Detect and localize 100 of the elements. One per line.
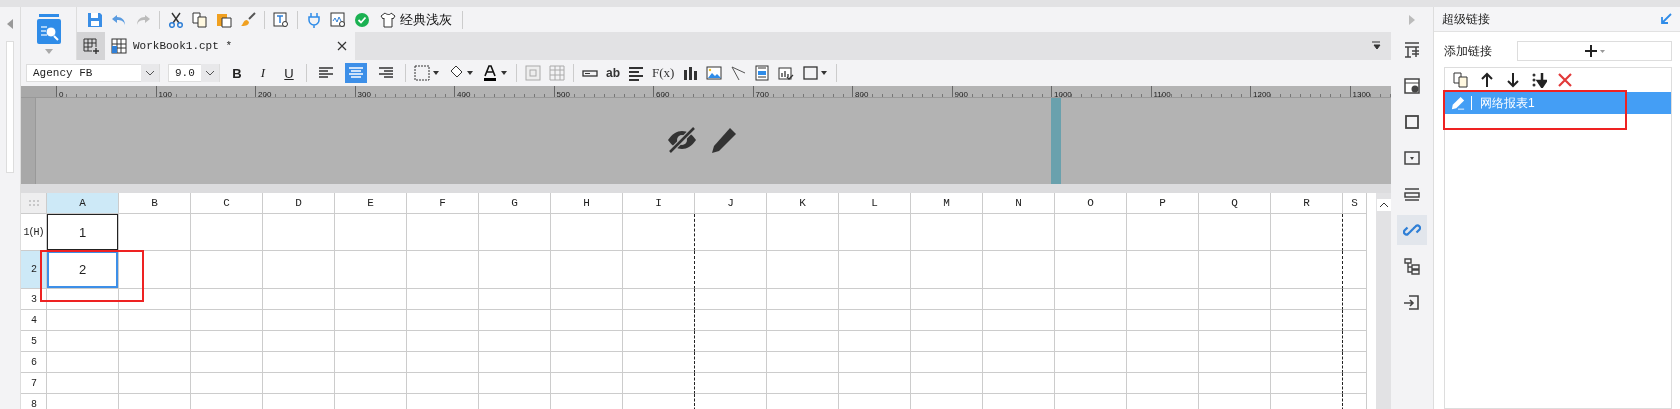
grid-icon[interactable] xyxy=(549,65,565,81)
table-cell[interactable] xyxy=(623,289,695,310)
font-style-button[interactable]: B xyxy=(228,63,246,83)
splitter-bar[interactable] xyxy=(21,184,1391,193)
column-header[interactable]: M xyxy=(911,193,983,214)
column-header[interactable]: Q xyxy=(1199,193,1271,214)
column-header[interactable]: J xyxy=(695,193,767,214)
chevron-up-icon[interactable] xyxy=(1376,199,1391,211)
column-header[interactable]: G xyxy=(479,193,551,214)
delete-icon[interactable] xyxy=(1557,72,1573,88)
table-cell[interactable] xyxy=(1271,331,1343,352)
column-header[interactable]: H xyxy=(551,193,623,214)
arrow-up-icon[interactable] xyxy=(1479,72,1495,88)
table-cell[interactable]: 2 xyxy=(47,251,119,289)
column-header[interactable]: K xyxy=(767,193,839,214)
column-header[interactable]: F xyxy=(407,193,479,214)
table-cell[interactable] xyxy=(623,331,695,352)
column-header[interactable]: S xyxy=(1343,193,1367,214)
font-color-icon[interactable] xyxy=(482,65,508,81)
dropdown-caret-icon[interactable] xyxy=(44,48,53,54)
list-rows-icon xyxy=(1403,185,1421,203)
ruler-label: 1100 xyxy=(1152,90,1171,97)
copy-icon[interactable] xyxy=(1453,72,1469,88)
chart-check-icon[interactable] xyxy=(778,65,795,81)
column-header[interactable]: D xyxy=(263,193,335,214)
preview-search-icon[interactable] xyxy=(330,11,346,28)
table-cell[interactable] xyxy=(623,251,695,289)
row-header[interactable]: 6 xyxy=(21,352,47,373)
row-header[interactable]: 8 xyxy=(21,394,47,409)
paragraph-icon[interactable] xyxy=(628,65,644,81)
frame-dropdown-icon[interactable] xyxy=(802,65,829,81)
table-cell[interactable] xyxy=(1271,214,1343,251)
font-dropdown[interactable]: Agency FB xyxy=(26,64,160,82)
ruler-label: 1300 xyxy=(1351,90,1371,97)
eye-slash-icon[interactable] xyxy=(666,126,698,154)
table-cell[interactable]: 1 xyxy=(47,214,119,251)
vertical-scrollbar[interactable] xyxy=(1376,193,1391,409)
side-scrollbar[interactable] xyxy=(6,41,14,173)
ruler-label: 500 xyxy=(555,90,570,97)
dock-arrow-icon[interactable] xyxy=(1660,13,1672,25)
add-link-button[interactable] xyxy=(1517,41,1672,61)
pencil-icon[interactable] xyxy=(710,126,738,154)
text-tool[interactable]: ab xyxy=(606,66,620,80)
text-search-icon[interactable] xyxy=(273,11,289,28)
table-cell[interactable] xyxy=(1271,373,1343,394)
link-icon xyxy=(1403,221,1421,239)
border-dropdown-icon[interactable] xyxy=(414,65,440,81)
menu-icon[interactable] xyxy=(1371,41,1381,51)
column-header[interactable]: I xyxy=(623,193,695,214)
paste-icon[interactable] xyxy=(216,11,232,28)
expand-arrow-icon[interactable] xyxy=(1409,15,1415,25)
column-header[interactable]: O xyxy=(1055,193,1127,214)
row-header[interactable]: 7 xyxy=(21,373,47,394)
table-cell[interactable] xyxy=(1271,251,1343,289)
table-cell[interactable] xyxy=(623,373,695,394)
brush-icon[interactable] xyxy=(240,11,256,28)
table-cell[interactable] xyxy=(1271,289,1343,310)
table-cell[interactable] xyxy=(623,214,695,251)
formula-tool[interactable]: F(x) xyxy=(652,65,675,81)
table-cell[interactable] xyxy=(623,352,695,373)
close-icon[interactable] xyxy=(337,41,347,51)
bar-chart-icon[interactable] xyxy=(682,65,699,81)
font-size-dropdown[interactable]: 9.0 xyxy=(168,64,220,82)
row-header[interactable]: 3 xyxy=(21,289,47,310)
arrow-down-icon[interactable] xyxy=(1505,72,1521,88)
font-style-button[interactable]: U xyxy=(280,63,298,83)
page-boundary-marker[interactable] xyxy=(1051,98,1061,184)
copy-icon[interactable] xyxy=(192,11,208,28)
column-header[interactable]: E xyxy=(335,193,407,214)
check-circle-icon[interactable] xyxy=(354,11,370,28)
table-cell[interactable] xyxy=(623,310,695,331)
merge-cells-icon[interactable] xyxy=(525,65,541,81)
save-icon[interactable] xyxy=(87,11,103,28)
plug-icon[interactable] xyxy=(306,11,322,28)
table-cell[interactable] xyxy=(1271,310,1343,331)
align-button[interactable] xyxy=(345,63,367,83)
sub-report-icon[interactable] xyxy=(754,65,771,81)
column-header[interactable]: R xyxy=(1271,193,1343,214)
move-bottom-icon[interactable] xyxy=(1531,72,1547,88)
slash-icon[interactable] xyxy=(730,65,747,81)
cut-icon[interactable] xyxy=(168,11,184,28)
column-header[interactable]: C xyxy=(191,193,263,214)
ruler-label: 600 xyxy=(655,90,670,97)
table-cell[interactable] xyxy=(1271,352,1343,373)
column-header[interactable]: N xyxy=(983,193,1055,214)
font-style-button[interactable]: I xyxy=(254,63,272,83)
column-header[interactable]: B xyxy=(119,193,191,214)
new-sheet-icon[interactable] xyxy=(77,32,105,60)
theme-button[interactable]: 经典浅灰 xyxy=(378,10,454,29)
workbook-tab[interactable]: WorkBook1.cpt * xyxy=(105,32,355,60)
column-header[interactable]: L xyxy=(839,193,911,214)
collapse-arrow-icon[interactable] xyxy=(7,19,13,29)
image-icon[interactable] xyxy=(706,65,723,81)
row-header[interactable]: 5 xyxy=(21,331,47,352)
row-header[interactable]: 2 xyxy=(21,251,47,289)
row-header[interactable]: 4 xyxy=(21,310,47,331)
column-header[interactable]: A xyxy=(47,193,119,214)
column-header[interactable]: P xyxy=(1127,193,1199,214)
select-all-corner[interactable] xyxy=(21,193,47,214)
report-search-icon[interactable] xyxy=(35,13,62,44)
